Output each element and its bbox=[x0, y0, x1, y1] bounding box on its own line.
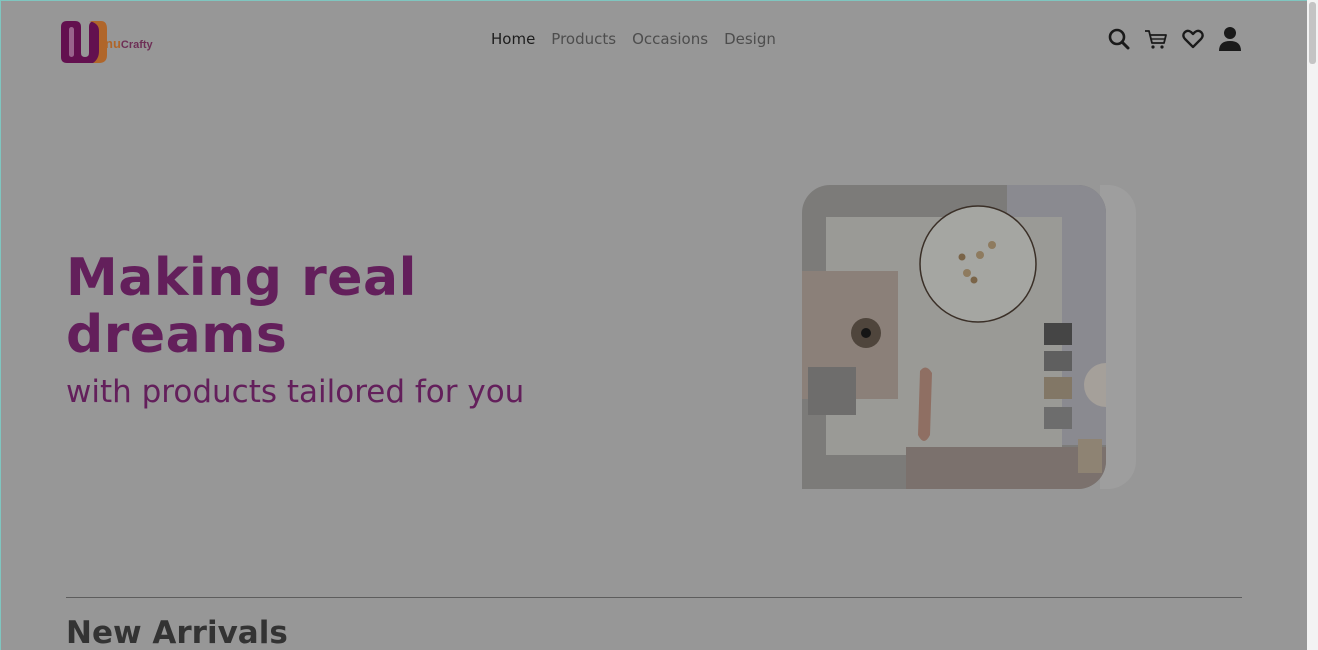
hero-subtitle: with products tailored for you bbox=[66, 374, 525, 410]
logo-name: Crafty bbox=[120, 38, 153, 51]
hero-text: Making real dreams with products tailore… bbox=[66, 250, 626, 412]
hero-title: Making real dreams bbox=[66, 248, 417, 365]
page-scrollbar[interactable] bbox=[1307, 0, 1318, 650]
search-icon[interactable] bbox=[1107, 27, 1131, 51]
brand-logo[interactable]: nuCrafty bbox=[59, 18, 155, 66]
nav-products[interactable]: Products bbox=[551, 30, 616, 48]
new-arrivals-heading: New Arrivals bbox=[66, 615, 288, 650]
nav-home[interactable]: Home bbox=[491, 30, 535, 48]
cart-icon[interactable] bbox=[1144, 27, 1168, 51]
user-icon[interactable] bbox=[1218, 27, 1242, 51]
hero-moodboard-illustration bbox=[802, 185, 1106, 489]
main-nav: Home Products Occasions Design bbox=[491, 30, 776, 48]
site-header: nuCrafty Home Products Occasions Design bbox=[0, 0, 1307, 82]
hero-image bbox=[802, 185, 1106, 489]
header-actions bbox=[1107, 27, 1242, 51]
section-divider bbox=[66, 597, 1242, 598]
nav-design[interactable]: Design bbox=[724, 30, 776, 48]
scrollbar-thumb[interactable] bbox=[1309, 2, 1316, 64]
logo-mark-icon bbox=[61, 21, 107, 63]
heart-icon[interactable] bbox=[1181, 27, 1205, 51]
nav-occasions[interactable]: Occasions bbox=[632, 30, 708, 48]
